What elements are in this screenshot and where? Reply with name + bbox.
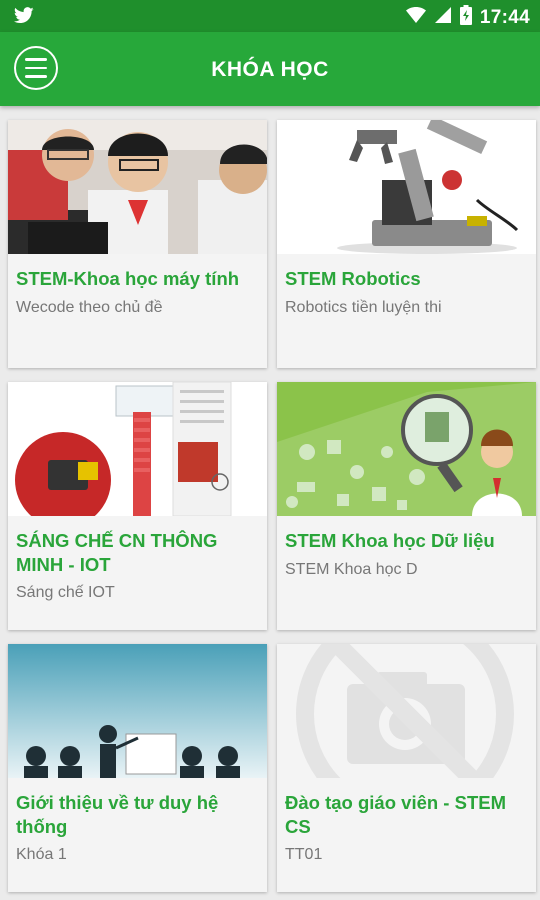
course-image xyxy=(8,120,267,254)
signal-icon xyxy=(434,6,452,29)
status-bar: 17:44 xyxy=(0,0,540,32)
course-title: STEM Khoa học Dữ liệu xyxy=(285,530,495,551)
course-title: Giới thiệu về tư duy hệ thống xyxy=(16,792,219,837)
course-title: STEM Robotics xyxy=(285,268,421,289)
course-title: SÁNG CHẾ CN THÔNG MINH - IOT xyxy=(16,530,218,575)
course-title: Đào tạo giáo viên - STEM CS xyxy=(285,792,506,837)
status-time: 17:44 xyxy=(479,6,530,28)
no-image-icon xyxy=(277,644,536,778)
course-card[interactable]: Giới thiệu về tư duy hệ thống Khóa 1 xyxy=(8,644,267,892)
course-subtitle: Robotics tiền luyện thi xyxy=(285,299,442,316)
course-image xyxy=(8,382,267,516)
course-subtitle: Wecode theo chủ đề xyxy=(16,299,163,316)
battery-charging-icon xyxy=(459,5,472,30)
course-card[interactable]: SÁNG CHẾ CN THÔNG MINH - IOT Sáng chế IO… xyxy=(8,382,267,630)
wifi-icon xyxy=(405,6,426,29)
course-card[interactable]: Đào tạo giáo viên - STEM CS TT01 xyxy=(277,644,536,892)
twitter-icon xyxy=(13,7,34,29)
course-card[interactable]: STEM Khoa học Dữ liệu STEM Khoa học D xyxy=(277,382,536,630)
course-image xyxy=(8,644,267,778)
course-card[interactable]: STEM Robotics Robotics tiền luyện thi xyxy=(277,120,536,368)
course-title: STEM-Khoa học máy tính xyxy=(16,268,240,289)
course-subtitle: STEM Khoa học D xyxy=(285,561,418,578)
course-subtitle: Khóa 1 xyxy=(16,846,67,863)
course-image xyxy=(277,644,536,778)
page-title: KHÓA HỌC xyxy=(211,58,329,81)
app-bar: KHÓA HỌC xyxy=(0,32,540,106)
course-card[interactable]: STEM-Khoa học máy tính Wecode theo chủ đ… xyxy=(8,120,267,368)
course-subtitle: TT01 xyxy=(285,846,323,863)
course-image xyxy=(277,382,536,516)
course-subtitle: Sáng chế IOT xyxy=(16,584,115,601)
course-image xyxy=(277,120,536,254)
